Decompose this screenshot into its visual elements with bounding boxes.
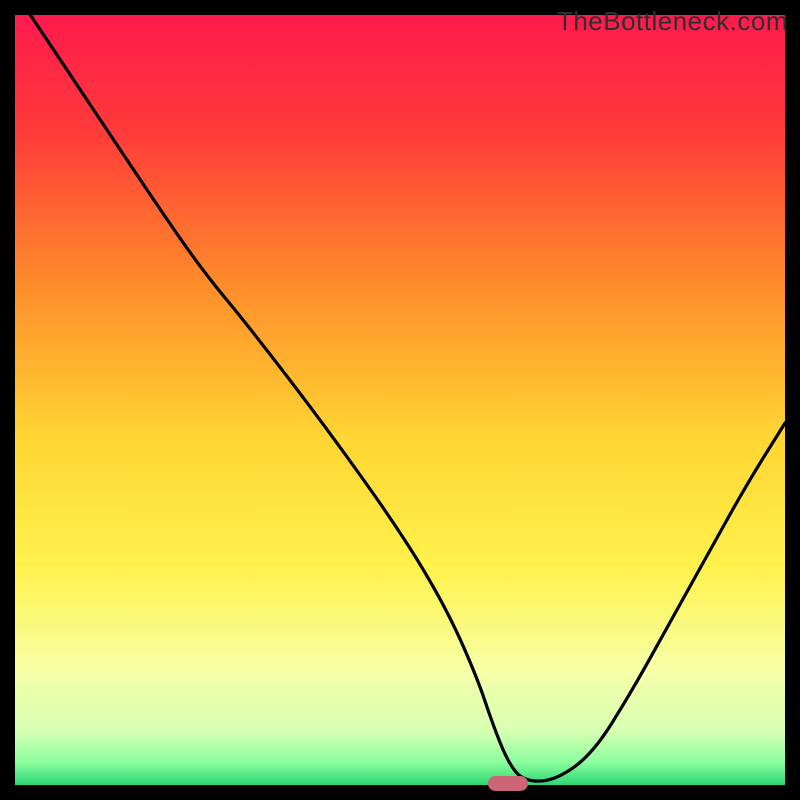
curve-path xyxy=(30,15,785,781)
bottleneck-chart: TheBottleneck.com xyxy=(0,0,800,800)
optimal-marker xyxy=(488,776,528,791)
watermark-text: TheBottleneck.com xyxy=(557,6,788,37)
bottleneck-curve xyxy=(15,15,785,785)
